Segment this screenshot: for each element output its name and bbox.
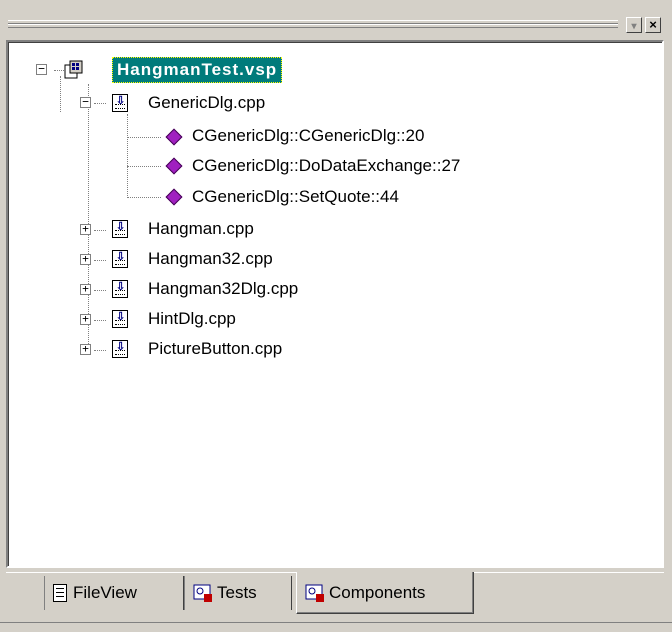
tab-tests[interactable]: Tests xyxy=(184,576,292,610)
cpp-file-icon: ⇩ xyxy=(112,220,128,238)
project-label: HangmanTest.vsp xyxy=(112,57,283,83)
tab-components[interactable]: Components xyxy=(296,572,474,614)
workspace-window: ▾ × − HangmanTest.vsp − ⇩ GenericDlg.cpp… xyxy=(0,0,672,632)
tree-item-project[interactable]: HangmanTest.vsp xyxy=(112,56,283,84)
cpp-file-icon: ⇩ xyxy=(112,340,128,358)
collapse-genericdlg-button[interactable]: − xyxy=(80,96,91,108)
test-icon xyxy=(193,584,212,602)
tab-label: Components xyxy=(329,582,426,602)
component-tree[interactable]: − HangmanTest.vsp − ⇩ GenericDlg.cpp CGe… xyxy=(6,40,664,568)
document-icon xyxy=(53,584,67,602)
expand-picturebutton-button[interactable]: + xyxy=(80,343,91,355)
expand-hangman32-button[interactable]: + xyxy=(80,253,91,265)
method-label: CGenericDlg::SetQuote::44 xyxy=(192,187,399,206)
tree-item-file[interactable]: Hangman32.cpp xyxy=(148,245,273,273)
workspace-tabs: FileView Tests Components xyxy=(0,572,672,632)
expand-hintdlg-button[interactable]: + xyxy=(80,313,91,325)
file-label: Hangman.cpp xyxy=(148,219,254,238)
expand-hangman32dlg-button[interactable]: + xyxy=(80,283,91,295)
method-label: CGenericDlg::DoDataExchange::27 xyxy=(192,156,461,175)
file-label: PictureButton.cpp xyxy=(148,339,283,358)
tree-item-method[interactable]: CGenericDlg::DoDataExchange::27 xyxy=(192,152,460,180)
file-label: HintDlg.cpp xyxy=(148,309,236,328)
cpp-file-icon: ⇩ xyxy=(112,250,128,268)
method-label: CGenericDlg::CGenericDlg::20 xyxy=(192,126,425,145)
component-icon xyxy=(305,584,324,602)
method-icon xyxy=(165,128,183,146)
collapse-project-button[interactable]: − xyxy=(36,63,47,75)
minimize-button[interactable]: ▾ xyxy=(626,17,642,33)
tree-item-file[interactable]: Hangman.cpp xyxy=(148,215,254,243)
tree-item-method[interactable]: CGenericDlg::SetQuote::44 xyxy=(192,183,399,211)
method-icon xyxy=(165,157,183,175)
expand-hangman-button[interactable]: + xyxy=(80,223,91,235)
close-button[interactable]: × xyxy=(645,17,661,33)
cpp-file-icon: ⇩ xyxy=(112,280,128,298)
tree-item-file[interactable]: GenericDlg.cpp xyxy=(148,89,265,117)
docking-grip[interactable] xyxy=(8,20,618,28)
tree-item-file[interactable]: Hangman32Dlg.cpp xyxy=(148,275,298,303)
cpp-file-icon: ⇩ xyxy=(112,94,128,112)
tree-item-file[interactable]: PictureButton.cpp xyxy=(148,335,282,363)
tab-label: Tests xyxy=(217,583,257,602)
tab-label: FileView xyxy=(73,583,137,602)
tree-item-file[interactable]: HintDlg.cpp xyxy=(148,305,236,333)
project-icon xyxy=(64,60,83,79)
cpp-file-icon: ⇩ xyxy=(112,310,128,328)
file-label: Hangman32.cpp xyxy=(148,249,273,268)
file-label: GenericDlg.cpp xyxy=(148,93,266,112)
tree-item-method[interactable]: CGenericDlg::CGenericDlg::20 xyxy=(192,122,424,150)
tab-fileview[interactable]: FileView xyxy=(44,576,184,610)
file-label: Hangman32Dlg.cpp xyxy=(148,279,299,298)
minimize-icon: ▾ xyxy=(631,21,637,32)
close-icon: × xyxy=(649,17,657,32)
method-icon xyxy=(165,188,183,206)
